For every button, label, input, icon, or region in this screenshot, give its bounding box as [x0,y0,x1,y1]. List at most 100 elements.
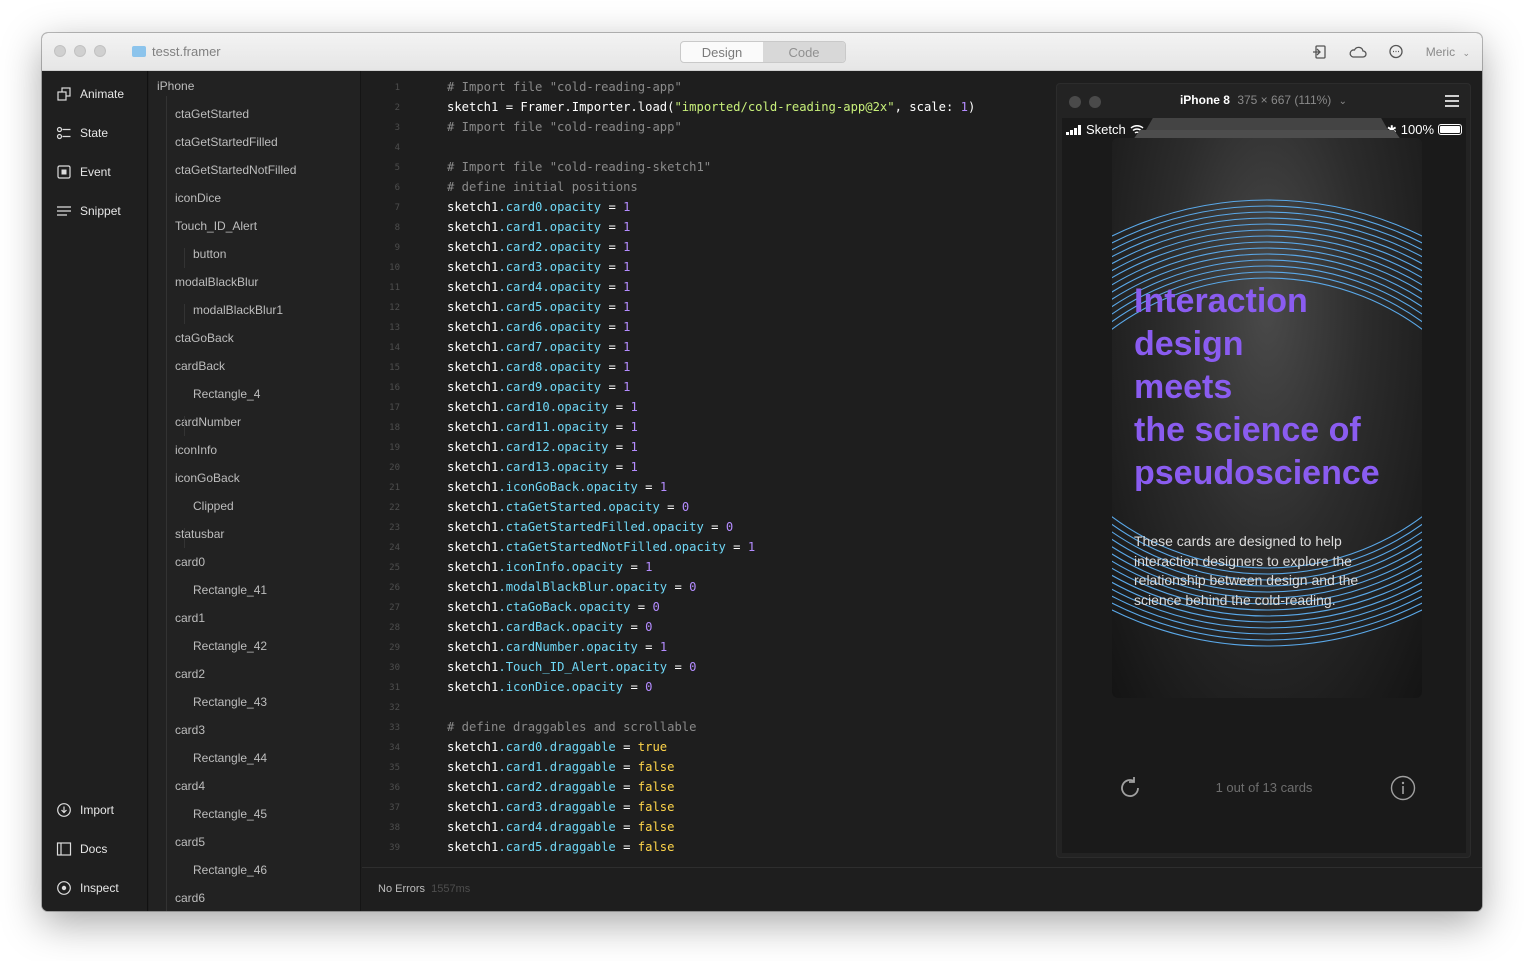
code-line[interactable]: sketch1.card5.opacity = 1 [447,300,630,314]
card-front[interactable]: Interaction design meets the science of … [1112,138,1422,698]
code-line[interactable]: sketch1.card5.draggable = false [447,840,674,854]
user-menu[interactable]: Meric ⌄ [1426,45,1470,59]
layer-item[interactable]: Rectangle_43 [193,695,267,709]
layer-item[interactable]: button [193,247,226,261]
code-line[interactable]: sketch1.card4.draggable = false [447,820,674,834]
code-line[interactable]: sketch1.card13.opacity = 1 [447,460,638,474]
hamburger-menu-icon[interactable] [1445,95,1459,110]
code-line[interactable]: sketch1.card6.opacity = 1 [447,320,630,334]
preview-icon[interactable] [1311,43,1329,61]
cloud-icon[interactable] [1349,43,1367,61]
sidebar-item-event[interactable]: Event [56,161,111,183]
layer-item[interactable]: Rectangle_42 [193,639,267,653]
sidebar-item-import[interactable]: Import [56,799,114,821]
code-line[interactable]: sketch1 = Framer.Importer.load("imported… [447,100,975,114]
code-token: .Touch_ID_Alert.opacity [498,660,668,674]
layer-item[interactable]: Clipped [193,499,234,513]
sidebar-item-docs[interactable]: Docs [56,838,107,860]
code-line[interactable]: sketch1.card3.opacity = 1 [447,260,630,274]
sidebar-item-snippet[interactable]: Snippet [56,200,121,222]
docs-icon [56,842,72,856]
layer-item[interactable]: Rectangle_4 [193,387,260,401]
code-line[interactable]: sketch1.card1.opacity = 1 [447,220,630,234]
code-line[interactable]: # define initial positions [447,180,638,194]
document-title-text: tesst.framer [152,44,221,59]
layer-item[interactable]: Touch_ID_Alert [175,219,257,233]
layer-item[interactable]: ctaGoBack [175,331,234,345]
code-line[interactable]: sketch1.card9.opacity = 1 [447,380,630,394]
code-token: 1 [623,280,631,294]
code-line[interactable]: sketch1.iconDice.opacity = 0 [447,680,652,694]
code-line[interactable]: sketch1.card7.opacity = 1 [447,340,630,354]
layer-item[interactable]: modalBlackBlur1 [193,303,283,317]
code-line[interactable]: # Import file "cold-reading-app" [447,80,682,94]
zoom-window-button[interactable] [94,45,106,57]
layer-item[interactable]: Rectangle_45 [193,807,267,821]
layer-item[interactable]: Rectangle_44 [193,751,267,765]
code-line[interactable]: sketch1.card2.draggable = false [447,780,674,794]
layer-item[interactable]: ctaGetStartedNotFilled [175,163,296,177]
code-line[interactable]: sketch1.ctaGetStarted.opacity = 0 [447,500,689,514]
code-line[interactable]: sketch1.card0.opacity = 1 [447,200,630,214]
layer-item[interactable]: card4 [175,779,205,793]
code-line[interactable]: sketch1.iconInfo.opacity = 1 [447,560,652,574]
code-token: .card9.opacity [498,380,602,394]
layer-item[interactable]: statusbar [175,527,224,541]
code-line[interactable]: # Import file "cold-reading-sketch1" [447,160,711,174]
layer-item[interactable]: cardBack [175,359,225,373]
code-line[interactable]: sketch1.card4.opacity = 1 [447,280,630,294]
layer-item[interactable]: modalBlackBlur [175,275,258,289]
code-line[interactable]: sketch1.cardBack.opacity = 0 [447,620,652,634]
tab-design[interactable]: Design [681,42,763,62]
code-line[interactable]: sketch1.card10.opacity = 1 [447,400,638,414]
line-number: 22 [389,503,400,513]
code-line[interactable]: sketch1.card0.draggable = true [447,740,667,754]
layer-item[interactable]: iconGoBack [175,471,240,485]
tree-guide-line [184,248,185,268]
minimize-window-button[interactable] [74,45,86,57]
code-token: = [601,200,624,214]
sidebar-item-state[interactable]: State [56,122,108,144]
code-token: 1 [623,360,631,374]
layer-item[interactable]: ctaGetStartedFilled [175,135,278,149]
layer-item[interactable]: card3 [175,723,205,737]
layer-item[interactable]: Rectangle_41 [193,583,267,597]
code-line[interactable]: sketch1.card12.opacity = 1 [447,440,638,454]
code-line[interactable]: sketch1.iconGoBack.opacity = 1 [447,480,667,494]
code-token: .card3.opacity [498,260,602,274]
code-line[interactable]: sketch1.cardNumber.opacity = 1 [447,640,667,654]
sidebar-item-inspect[interactable]: Inspect [56,877,119,899]
layer-item[interactable]: card5 [175,835,205,849]
device-selector[interactable]: iPhone 8 375 × 667 (111%) ⌄ [1057,93,1470,107]
tab-code[interactable]: Code [763,42,845,62]
code-line[interactable]: sketch1.card8.opacity = 1 [447,360,630,374]
layer-item[interactable]: Rectangle_46 [193,863,267,877]
code-line[interactable]: sketch1.card11.opacity = 1 [447,420,638,434]
chevron-down-icon: ⌄ [1462,48,1470,58]
sidebar-item-animate[interactable]: Animate [56,83,124,105]
code-line[interactable]: sketch1.card1.draggable = false [447,760,674,774]
card-stack[interactable]: Interaction design meets the science of … [1112,118,1422,698]
info-icon[interactable] [1390,775,1416,801]
layer-item[interactable]: card6 [175,891,205,905]
layer-item[interactable]: card1 [175,611,205,625]
code-line[interactable]: # Import file "cold-reading-app" [447,120,682,134]
layer-item[interactable]: iconInfo [175,443,217,457]
layer-item[interactable]: card0 [175,555,205,569]
layer-item[interactable]: ctaGetStarted [175,107,249,121]
code-line[interactable]: sketch1.Touch_ID_Alert.opacity = 0 [447,660,697,674]
code-line[interactable]: # define draggables and scrollable [447,720,696,734]
layer-item[interactable]: iconDice [175,191,221,205]
layer-item[interactable]: iPhone [157,79,194,93]
code-line[interactable]: sketch1.card2.opacity = 1 [447,240,630,254]
comment-icon[interactable] [1387,43,1405,61]
code-line[interactable]: sketch1.ctaGetStartedFilled.opacity = 0 [447,520,733,534]
code-line[interactable]: sketch1.modalBlackBlur.opacity = 0 [447,580,697,594]
close-window-button[interactable] [54,45,66,57]
line-number: 26 [389,583,400,593]
code-line[interactable]: sketch1.ctaGoBack.opacity = 0 [447,600,660,614]
code-line[interactable]: sketch1.card3.draggable = false [447,800,674,814]
code-line[interactable]: sketch1.ctaGetStartedNotFilled.opacity =… [447,540,755,554]
tree-guide-line [184,528,185,548]
layer-item[interactable]: card2 [175,667,205,681]
